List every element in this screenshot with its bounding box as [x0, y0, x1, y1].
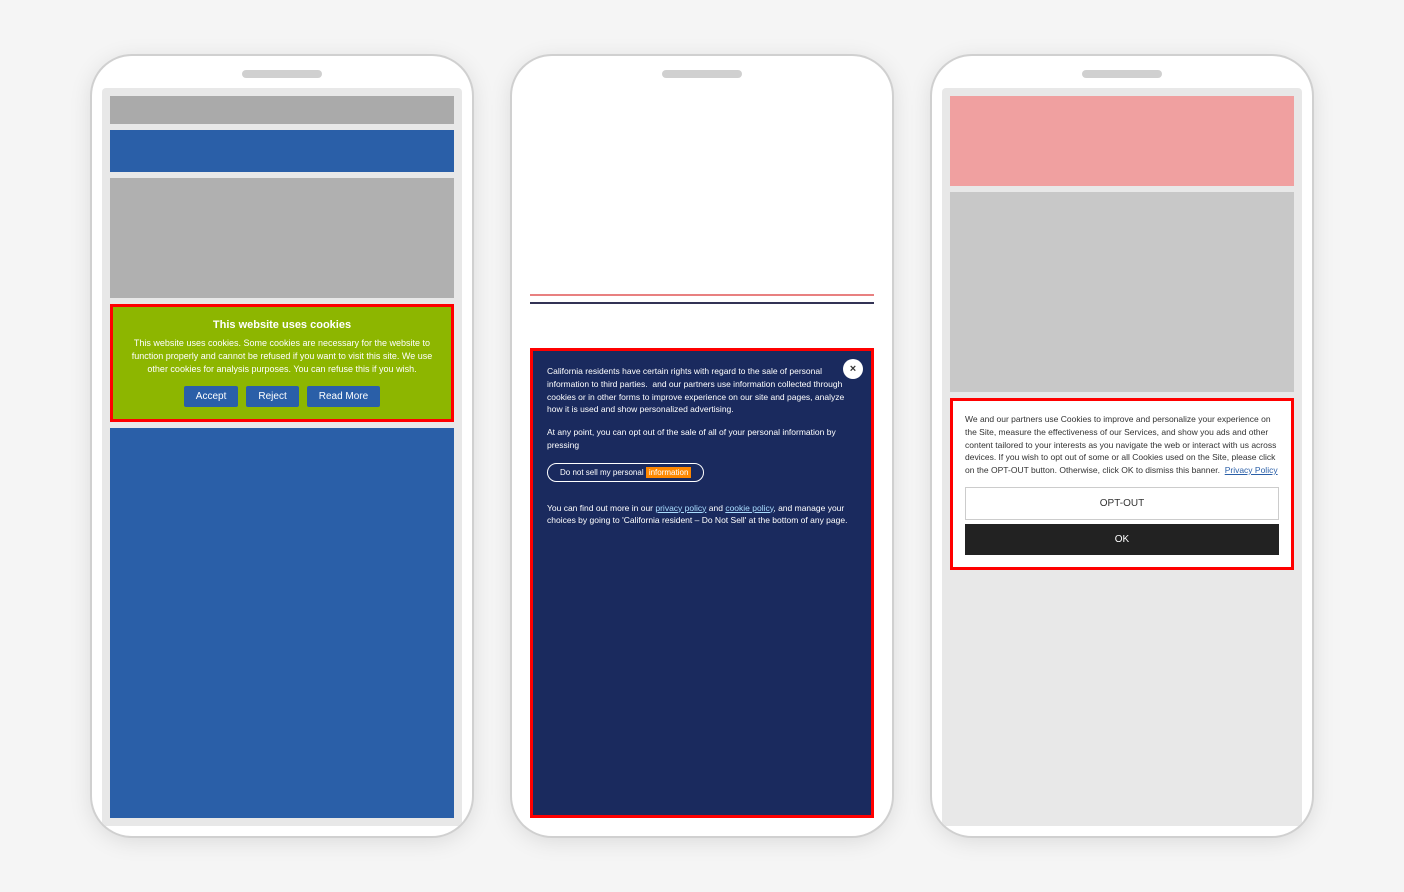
- phone-notch-2: [662, 70, 742, 78]
- do-not-sell-label-part1: Do not sell my personal: [560, 468, 646, 477]
- p1-gray-bar-top: [110, 96, 454, 124]
- privacy-policy-link[interactable]: privacy policy: [655, 503, 706, 513]
- gdpr-banner: We and our partners use Cookies to impro…: [950, 398, 1294, 570]
- cookie-banner-buttons: Accept Reject Read More: [127, 386, 437, 407]
- p2-white-block: [530, 96, 874, 296]
- do-not-sell-button[interactable]: Do not sell my personal information: [547, 463, 704, 482]
- phone1-content: This website uses cookies This website u…: [102, 88, 462, 826]
- california-body1: California residents have certain rights…: [547, 365, 857, 416]
- phone-screen-2: × California residents have certain righ…: [522, 88, 882, 826]
- p1-gray-block: [110, 178, 454, 298]
- p1-blue-bar: [110, 130, 454, 172]
- phone2-content: × California residents have certain righ…: [522, 88, 882, 826]
- cookie-banner-title: This website uses cookies: [127, 319, 437, 331]
- cookie-banner-body: This website uses cookies. Some cookies …: [127, 337, 437, 376]
- phone-notch-3: [1082, 70, 1162, 78]
- california-close-button[interactable]: ×: [843, 359, 863, 379]
- phone-1: This website uses cookies This website u…: [92, 56, 472, 836]
- read-more-button[interactable]: Read More: [307, 386, 380, 407]
- phone-3: We and our partners use Cookies to impro…: [932, 56, 1312, 836]
- cookie-banner-green: This website uses cookies This website u…: [110, 304, 454, 422]
- gdpr-privacy-policy-link[interactable]: Privacy Policy: [1225, 465, 1278, 475]
- phone-screen-1: This website uses cookies This website u…: [102, 88, 462, 826]
- gdpr-body: We and our partners use Cookies to impro…: [965, 413, 1279, 477]
- phone-2: × California residents have certain righ…: [512, 56, 892, 836]
- california-body4: You can find out more in our privacy pol…: [547, 502, 857, 528]
- opt-out-button[interactable]: OPT-OUT: [965, 487, 1279, 520]
- california-body3: At any point, you can opt out of the sal…: [547, 426, 857, 452]
- p3-gray-block: [950, 192, 1294, 392]
- accept-button[interactable]: Accept: [184, 386, 239, 407]
- phone-screen-3: We and our partners use Cookies to impro…: [942, 88, 1302, 826]
- close-icon: ×: [850, 363, 856, 375]
- p3-pink-block: [950, 96, 1294, 186]
- phone-notch-1: [242, 70, 322, 78]
- reject-button[interactable]: Reject: [246, 386, 298, 407]
- phone3-content: We and our partners use Cookies to impro…: [942, 88, 1302, 826]
- ok-button[interactable]: OK: [965, 524, 1279, 555]
- cookie-policy-link[interactable]: cookie policy: [725, 503, 773, 513]
- do-not-sell-highlight: information: [646, 467, 692, 478]
- p1-blue-bar-bottom: [110, 428, 454, 818]
- california-banner: × California residents have certain righ…: [530, 348, 874, 818]
- p2-white-block2: [530, 304, 874, 344]
